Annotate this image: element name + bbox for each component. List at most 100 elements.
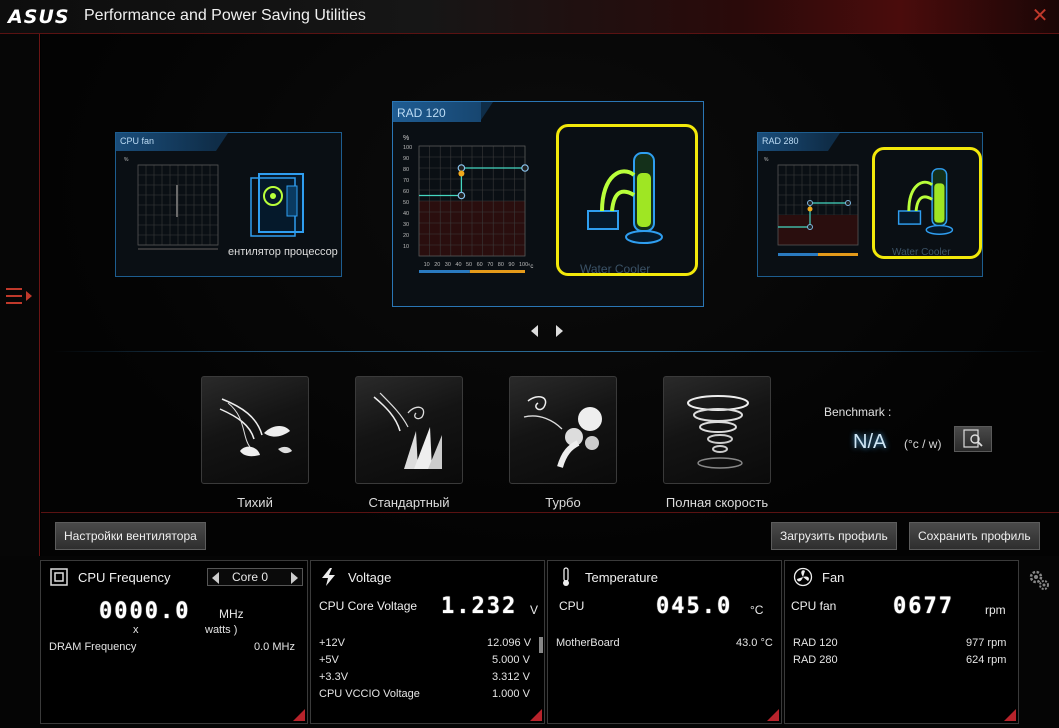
wind-gust-icon bbox=[523, 396, 602, 468]
prev-core-icon[interactable] bbox=[212, 572, 219, 584]
cpu-case-image bbox=[244, 157, 314, 247]
voltage-row-label: CPU VCCIO Voltage bbox=[319, 688, 420, 700]
fan-row-label: RAD 280 bbox=[793, 654, 838, 666]
x-tick-label: 80 bbox=[498, 262, 504, 268]
fan-curve-graph: % bbox=[764, 157, 859, 256]
fan-card-cpu[interactable]: CPU fan % ентилятор процессор bbox=[115, 132, 342, 277]
x-tick-label: 40 bbox=[455, 262, 461, 268]
water-cooler-image bbox=[556, 124, 698, 276]
fan-curve-graph[interactable]: % 100 90 80 70 60 50 40 30 20 10 10 20 30 40 50 60 70 80 90… bbox=[401, 132, 547, 282]
curve-point bbox=[457, 191, 466, 200]
fan-image-caption: ентилятор процессор bbox=[228, 246, 338, 258]
y-tick-label: 40 bbox=[403, 211, 409, 217]
benchmark-label: Benchmark : bbox=[824, 405, 892, 419]
main-unit: rpm bbox=[985, 603, 1006, 617]
main-value: 045.0 bbox=[656, 594, 733, 619]
lightning-icon bbox=[322, 568, 335, 586]
fan-settings-button[interactable]: Настройки вентилятора bbox=[55, 522, 206, 550]
expand-corner-icon[interactable] bbox=[767, 709, 779, 721]
curve-point bbox=[457, 164, 466, 172]
fan-card-rad120[interactable]: RAD 120 % 100 90 80 70 60 50 40 30 20 10 10 20 30 40 50… bbox=[392, 101, 704, 307]
voltage-row-value: 3.312 V bbox=[492, 671, 530, 683]
expand-corner-icon[interactable] bbox=[293, 709, 305, 721]
benchmark-unit: (°c / w) bbox=[904, 437, 942, 451]
y-tick-label: 20 bbox=[403, 233, 409, 239]
tornado-icon bbox=[687, 395, 749, 469]
x-tick-label: 100 bbox=[519, 262, 528, 268]
mode-silent-button[interactable] bbox=[201, 376, 309, 484]
y-tick-label: 10 bbox=[403, 244, 409, 250]
panel-title: Fan bbox=[822, 570, 845, 585]
temperature-panel: Temperature CPU 045.0 °C MotherBoard 43.… bbox=[547, 560, 782, 724]
app-title: Performance and Power Saving Utilities bbox=[84, 7, 366, 24]
leaves-wind-icon bbox=[219, 398, 292, 457]
fan-carousel-nav bbox=[529, 324, 565, 338]
main-panel: CPU fan % ентилятор процессор RAD 120 % … bbox=[41, 34, 1059, 556]
fan-card-title: CPU fan bbox=[120, 136, 155, 146]
x-tick-label: 50 bbox=[466, 262, 472, 268]
save-profile-button[interactable]: Сохранить профиль bbox=[909, 522, 1040, 550]
mode-turbo-button[interactable] bbox=[509, 376, 617, 484]
x-tick-label: 20 bbox=[434, 262, 440, 268]
divider bbox=[41, 512, 1059, 513]
panel-title: Voltage bbox=[348, 570, 392, 585]
current-point bbox=[458, 170, 465, 177]
voltage-row-value: 12.096 V bbox=[487, 637, 532, 649]
menu-expand-icon[interactable] bbox=[6, 286, 34, 306]
expand-corner-icon[interactable] bbox=[530, 709, 542, 721]
svg-text:%: % bbox=[764, 157, 769, 163]
fan-image-caption: Water Cooler bbox=[580, 262, 651, 276]
x-axis-unit: °c bbox=[528, 264, 533, 270]
mode-full-speed-button[interactable] bbox=[663, 376, 771, 484]
svg-text:%: % bbox=[124, 157, 129, 163]
x-tick-label: 10 bbox=[424, 262, 430, 268]
arrow-right-icon[interactable] bbox=[555, 324, 565, 338]
y-tick-label: 50 bbox=[403, 200, 409, 206]
benchmark-value: N/A bbox=[853, 431, 887, 453]
range-bar-orange bbox=[469, 270, 525, 273]
side-strip bbox=[0, 34, 40, 556]
voltage-row-label: +3.3V bbox=[319, 671, 349, 683]
benchmark-button[interactable] bbox=[954, 426, 992, 452]
fan-row-label: RAD 120 bbox=[793, 637, 838, 649]
y-tick-label: 70 bbox=[403, 178, 409, 184]
panel-title: Temperature bbox=[585, 570, 658, 585]
main-unit: °C bbox=[750, 603, 764, 617]
dram-label: DRAM Frequency bbox=[49, 641, 137, 653]
main-label: CPU Core Voltage bbox=[319, 599, 418, 613]
y-tick-label: 100 bbox=[403, 145, 412, 151]
main-value: 1.232 bbox=[441, 594, 518, 619]
cpu-power: watts ) bbox=[205, 624, 238, 636]
mode-label: Полная скорость bbox=[665, 495, 769, 510]
monitor-bar: CPU Frequency Core 0 0000.0 MHz x watts … bbox=[0, 556, 1059, 728]
voltage-row-value: 1.000 V bbox=[492, 688, 530, 700]
voltage-scrollbar[interactable] bbox=[539, 637, 543, 653]
water-cooler-image bbox=[872, 147, 982, 259]
voltage-row-label: +12V bbox=[319, 637, 345, 649]
expand-corner-icon[interactable] bbox=[1004, 709, 1016, 721]
range-bar-blue bbox=[419, 270, 470, 273]
main-unit: V bbox=[530, 603, 539, 617]
asus-logo: ASUS bbox=[8, 6, 70, 28]
mode-standard-button[interactable] bbox=[355, 376, 463, 484]
close-icon[interactable]: ✕ bbox=[1031, 6, 1049, 26]
next-core-icon[interactable] bbox=[291, 572, 298, 584]
y-tick-label: 90 bbox=[403, 156, 409, 162]
temperature-row-value: 43.0 °C bbox=[736, 637, 773, 649]
title-bar: ASUS Performance and Power Saving Utilit… bbox=[0, 0, 1059, 34]
fan-icon bbox=[793, 567, 813, 587]
mode-label: Турбо bbox=[545, 495, 581, 510]
fan-curve-graph: % bbox=[124, 157, 219, 250]
core-selector[interactable]: Core 0 bbox=[207, 568, 303, 586]
voltage-panel: Voltage CPU Core Voltage 1.232 V +12V 12… bbox=[310, 560, 545, 724]
cpu-frequency-value: 0000.0 bbox=[99, 599, 191, 624]
thermometer-icon bbox=[563, 567, 569, 586]
x-tick-label: 60 bbox=[477, 262, 483, 268]
y-tick-label: 30 bbox=[403, 222, 409, 228]
load-profile-button[interactable]: Загрузить профиль bbox=[771, 522, 897, 550]
arrow-left-icon[interactable] bbox=[529, 324, 539, 338]
settings-gear-icon[interactable] bbox=[1027, 568, 1051, 592]
fan-card-rad280[interactable]: RAD 280 % Water Cooler bbox=[757, 132, 983, 277]
grass-wind-icon bbox=[373, 392, 442, 469]
cpu-frequency-unit: MHz bbox=[219, 607, 244, 621]
